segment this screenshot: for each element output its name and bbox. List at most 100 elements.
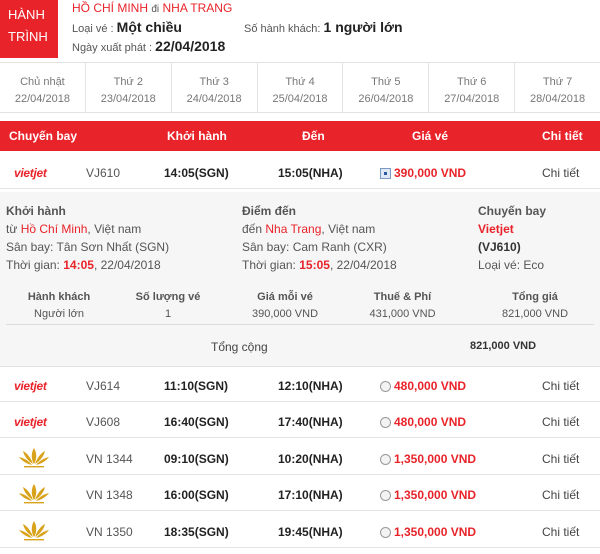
flight-arrive: 17:40(NHA) xyxy=(278,415,343,429)
fare-header-unit-price: Giá mỗi vé xyxy=(257,291,313,303)
fare-radio[interactable] xyxy=(380,490,391,501)
flight-code: VN 1344 xyxy=(86,452,133,466)
dest-time-line: Thời gian: 15:05, 22/04/2018 xyxy=(242,256,397,274)
fare-radio[interactable] xyxy=(380,454,391,465)
date-tab-day: Thứ 2 xyxy=(113,76,143,88)
date-tab[interactable]: Thứ 6 27/04/2018 xyxy=(429,63,516,112)
date-tab[interactable]: Chủ nhật 22/04/2018 xyxy=(0,63,86,112)
flight-depart: 16:40(SGN) xyxy=(164,415,229,429)
flight-row-selected[interactable]: vietjet VJ610 14:05(SGN) 15:05(NHA) 390,… xyxy=(0,156,600,189)
passenger-count-label: Số hành khách: xyxy=(244,23,321,35)
vietnam-airlines-lotus-icon xyxy=(18,520,50,545)
fare-radio-selected[interactable] xyxy=(380,168,391,179)
date-tab-date: 23/04/2018 xyxy=(100,93,156,105)
vietnam-airlines-lotus-icon xyxy=(18,447,50,472)
flight-row[interactable]: vietjet VJ608 16:40(SGN) 17:40(NHA) 480,… xyxy=(0,405,600,438)
date-tab[interactable]: Thứ 5 26/04/2018 xyxy=(343,63,430,112)
date-tab[interactable]: Thứ 2 23/04/2018 xyxy=(86,63,172,112)
date-tab[interactable]: Thứ 3 24/04/2018 xyxy=(172,63,258,112)
date-tab-date: 22/04/2018 xyxy=(14,93,70,105)
flight-row[interactable]: VN 1344 09:10(SGN) 10:20(NHA) 1,350,000 … xyxy=(0,442,600,475)
flight-depart: 14:05(SGN) xyxy=(164,166,229,180)
flight-row[interactable]: vietjet VJ614 11:10(SGN) 12:10(NHA) 480,… xyxy=(0,369,600,402)
departure-date: Ngày xuất phát : 22/04/2018 xyxy=(72,38,225,54)
flight-depart: 11:10(SGN) xyxy=(164,379,229,393)
vietnam-airlines-lotus-icon xyxy=(18,483,50,508)
dest-airport-label: Sân bay: xyxy=(242,240,290,254)
passenger-count: Số hành khách: 1 người lớn xyxy=(244,19,403,35)
flight-code: VN 1348 xyxy=(86,488,133,502)
fare-cell-total: 821,000 VND xyxy=(501,308,569,320)
fare-header-quantity: Số lượng vé xyxy=(135,291,201,303)
dest-time-label: Thời gian: xyxy=(242,258,296,272)
route-origin: HỒ CHÍ MINH xyxy=(72,1,148,15)
flight-depart: 16:00(SGN) xyxy=(164,488,229,502)
dest-time: 15:05 xyxy=(299,258,330,272)
fare-divider xyxy=(6,324,594,325)
header-price: Giá vé xyxy=(412,129,449,143)
origin-info: Khởi hành từ Hồ Chí Minh, Việt nam Sân b… xyxy=(6,202,169,274)
fare-class-label: Loại vé: xyxy=(478,258,521,272)
flight-detail-link[interactable]: Chi tiết xyxy=(542,415,579,429)
ticket-type-value: Một chiều xyxy=(116,19,182,35)
origin-heading: Khởi hành xyxy=(6,204,66,218)
trip-badge: HÀNH TRÌNH xyxy=(0,0,58,58)
dest-city: Nha Trang xyxy=(265,222,322,236)
route-separator: đi xyxy=(151,4,160,15)
flight-detail-link[interactable]: Chi tiết xyxy=(542,379,579,393)
fare-header-tax: Thuế & Phí xyxy=(373,291,432,303)
date-tab-day: Thứ 6 xyxy=(457,76,487,88)
fare-radio[interactable] xyxy=(380,381,391,392)
date-tab-date: 27/04/2018 xyxy=(444,93,500,105)
flight-arrive: 17:10(NHA) xyxy=(278,488,343,502)
date-tab-day: Thứ 4 xyxy=(285,76,315,88)
origin-airport-line: Sân bay: Tân Sơn Nhất (SGN) xyxy=(6,238,169,256)
ticket-type-label: Loại vé : xyxy=(72,23,114,35)
departure-date-value: 22/04/2018 xyxy=(155,38,226,54)
flight-detail-link[interactable]: Chi tiết xyxy=(542,525,579,539)
flight-code: VJ608 xyxy=(86,415,121,429)
trip-badge-line2: TRÌNH xyxy=(8,29,48,44)
fare-radio[interactable] xyxy=(380,417,391,428)
flight-arrive: 10:20(NHA) xyxy=(278,452,343,466)
date-tab[interactable]: Thứ 4 25/04/2018 xyxy=(258,63,344,112)
flight-row[interactable]: VN 1348 16:00(SGN) 17:10(NHA) 1,350,000 … xyxy=(0,478,600,511)
flight-detail-link[interactable]: Chi tiết xyxy=(542,452,579,466)
origin-time: 14:05 xyxy=(63,258,94,272)
origin-from: từ xyxy=(6,222,18,236)
flight-detail-link[interactable]: Chi tiết xyxy=(542,166,579,180)
dest-airport-line: Sân bay: Cam Ranh (CXR) xyxy=(242,238,397,256)
fare-cell-unit-price: 390,000 VND xyxy=(251,308,319,320)
dest-city-line: đến Nha Trang, Việt nam xyxy=(242,220,397,238)
grand-total-label: Tổng cộng xyxy=(211,340,268,354)
date-tab-day: Thứ 7 xyxy=(542,76,573,88)
route-destination: NHA TRANG xyxy=(162,1,233,15)
dest-date: , 22/04/2018 xyxy=(329,258,397,272)
dest-country: , Việt nam xyxy=(321,222,376,236)
fare-radio[interactable] xyxy=(380,527,391,538)
date-tab-day: Chủ nhật xyxy=(20,76,65,88)
flight-price: 1,350,000 VND xyxy=(394,525,477,539)
flight-row[interactable]: VN 1350 18:35(SGN) 19:45(NHA) 1,350,000 … xyxy=(0,515,600,548)
vietjet-logo-icon: vietjet xyxy=(14,379,47,393)
dest-heading: Điểm đến xyxy=(242,204,297,218)
flight-code: VJ614 xyxy=(86,379,121,393)
origin-date: , 22/04/2018 xyxy=(93,258,161,272)
flight-code: VN 1350 xyxy=(86,525,133,539)
flight-depart: 18:35(SGN) xyxy=(164,525,229,539)
flight-code-detail: (VJ610) xyxy=(478,240,521,254)
flight-detail-link[interactable]: Chi tiết xyxy=(542,488,579,502)
flight-info: Chuyến bay Vietjet (VJ610) Loại vé: Eco xyxy=(478,202,546,274)
fare-class-line: Loại vé: Eco xyxy=(478,256,546,274)
date-tab[interactable]: Thứ 7 28/04/2018 xyxy=(515,63,600,112)
date-tab-day: Thứ 5 xyxy=(371,76,401,88)
dest-airport: Cam Ranh (CXR) xyxy=(292,240,387,254)
origin-time-label: Thời gian: xyxy=(6,258,60,272)
flight-arrive: 19:45(NHA) xyxy=(278,525,343,539)
header-arrive: Đến xyxy=(302,129,325,143)
date-tab-day: Thứ 3 xyxy=(199,76,229,88)
header-flight: Chuyến bay xyxy=(9,129,78,143)
date-tab-date: 24/04/2018 xyxy=(186,93,242,105)
vietjet-logo-icon: vietjet xyxy=(14,415,47,429)
ticket-type: Loại vé : Một chiều xyxy=(72,19,182,35)
